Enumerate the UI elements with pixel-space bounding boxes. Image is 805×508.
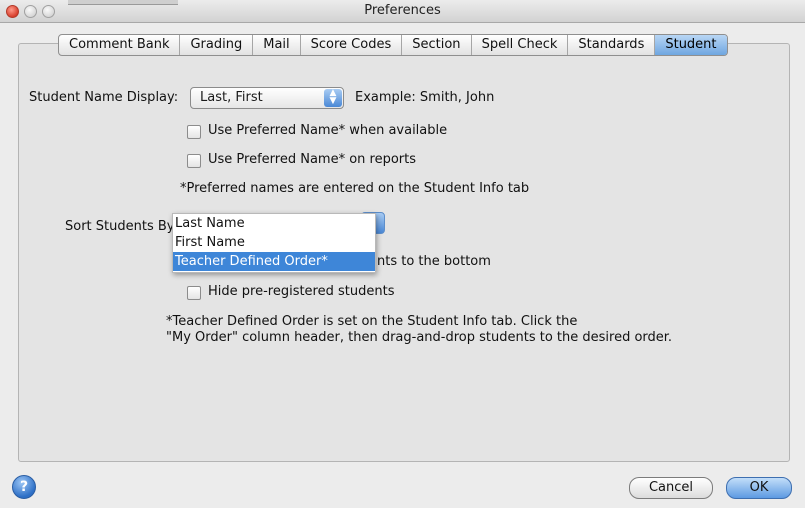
tab-content-panel: [18, 43, 790, 462]
tab-standards[interactable]: Standards: [568, 35, 656, 55]
preferences-window: Preferences Comment Bank Grading Mail Sc…: [0, 0, 805, 508]
menu-item-last-name[interactable]: Last Name: [173, 214, 375, 233]
preferred-available-label: Use Preferred Name* when available: [208, 123, 448, 138]
updown-arrows-icon: ▲ ▼: [324, 89, 342, 107]
tab-score-codes[interactable]: Score Codes: [301, 35, 403, 55]
tab-student[interactable]: Student: [655, 35, 727, 55]
preferred-reports-label: Use Preferred Name* on reports: [208, 152, 417, 167]
order-note-line2: "My Order" column header, then drag-and-…: [166, 330, 673, 345]
sort-students-label: Sort Students By: [65, 219, 175, 234]
name-example-text: Example: Smith, John: [355, 90, 495, 105]
menu-item-first-name[interactable]: First Name: [173, 233, 375, 252]
tab-section[interactable]: Section: [402, 35, 472, 55]
hide-preregistered-label: Hide pre-registered students: [208, 284, 395, 299]
name-display-label: Student Name Display:: [29, 90, 179, 105]
menu-item-teacher-defined-order[interactable]: Teacher Defined Order*: [173, 252, 375, 271]
name-display-value: Last, First: [200, 90, 263, 105]
tab-comment-bank[interactable]: Comment Bank: [59, 35, 181, 55]
preferred-reports-checkbox[interactable]: [187, 154, 201, 168]
name-display-select[interactable]: Last, First ▲ ▼: [190, 87, 344, 109]
background-window-edge: [68, 0, 178, 5]
window-title: Preferences: [364, 3, 441, 18]
order-note-line1: *Teacher Defined Order is set on the Stu…: [166, 314, 578, 329]
preferred-note: *Preferred names are entered on the Stud…: [180, 181, 530, 196]
preferences-tabs: Comment Bank Grading Mail Score Codes Se…: [58, 34, 728, 56]
tab-grading[interactable]: Grading: [180, 35, 254, 55]
tab-spell-check[interactable]: Spell Check: [472, 35, 569, 55]
ok-button[interactable]: OK: [726, 477, 792, 499]
cancel-button[interactable]: Cancel: [629, 477, 713, 499]
drop-students-label: nts to the bottom: [377, 254, 491, 269]
tab-mail[interactable]: Mail: [253, 35, 301, 55]
help-icon[interactable]: ?: [12, 475, 36, 499]
sort-students-menu: Last Name First Name Teacher Defined Ord…: [172, 213, 376, 273]
hide-preregistered-checkbox[interactable]: [187, 286, 201, 300]
preferred-available-checkbox[interactable]: [187, 125, 201, 139]
